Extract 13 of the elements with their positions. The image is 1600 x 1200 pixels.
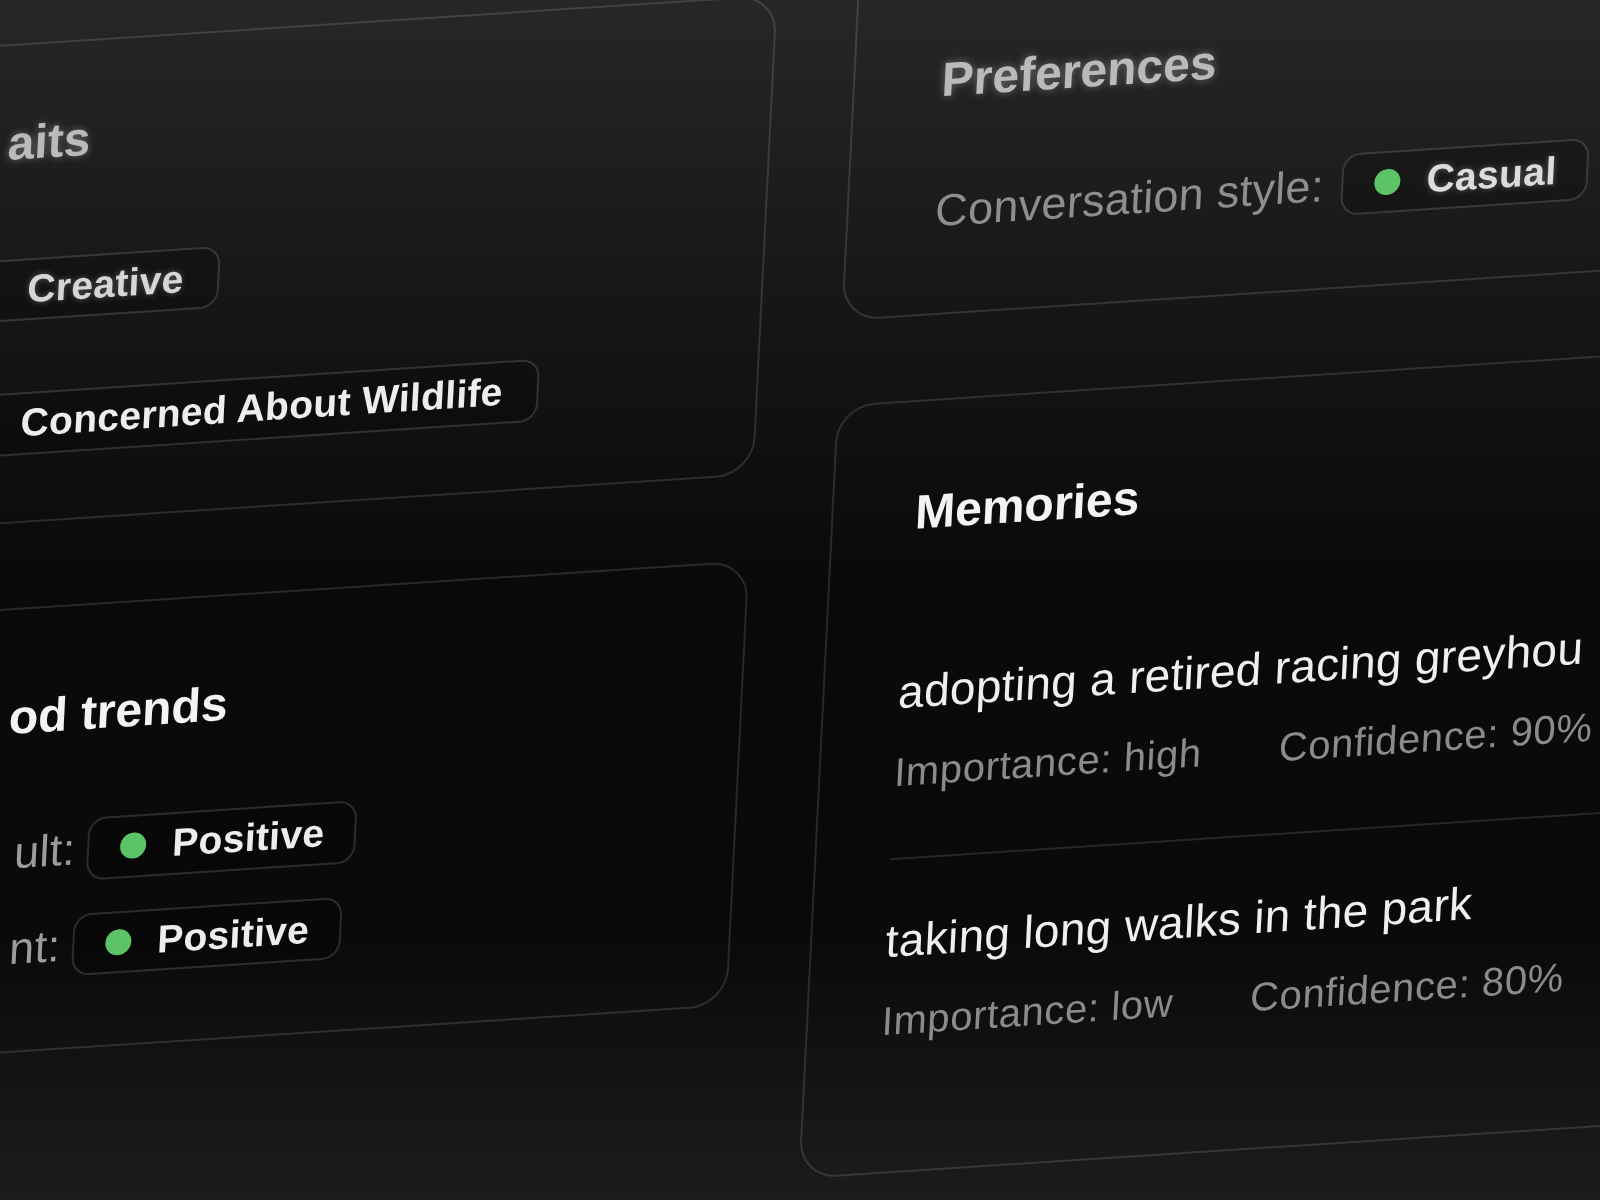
importance-text: Importance: high [893,729,1204,797]
importance-text: Importance: low [880,979,1175,1046]
field-label: ult: [12,822,77,881]
card-title: aits [6,110,92,172]
field-label: nt: [8,918,62,977]
status-value: Casual [1425,147,1558,202]
card-title: od trends [7,676,230,747]
card-title: Preferences [940,34,1219,109]
field-label: Conversation style: [934,159,1326,239]
card-title: Memories [913,470,1141,542]
confidence-text: Confidence: 90% [1277,703,1594,772]
status-value: Positive [156,906,311,963]
status-value: Positive [171,809,326,866]
